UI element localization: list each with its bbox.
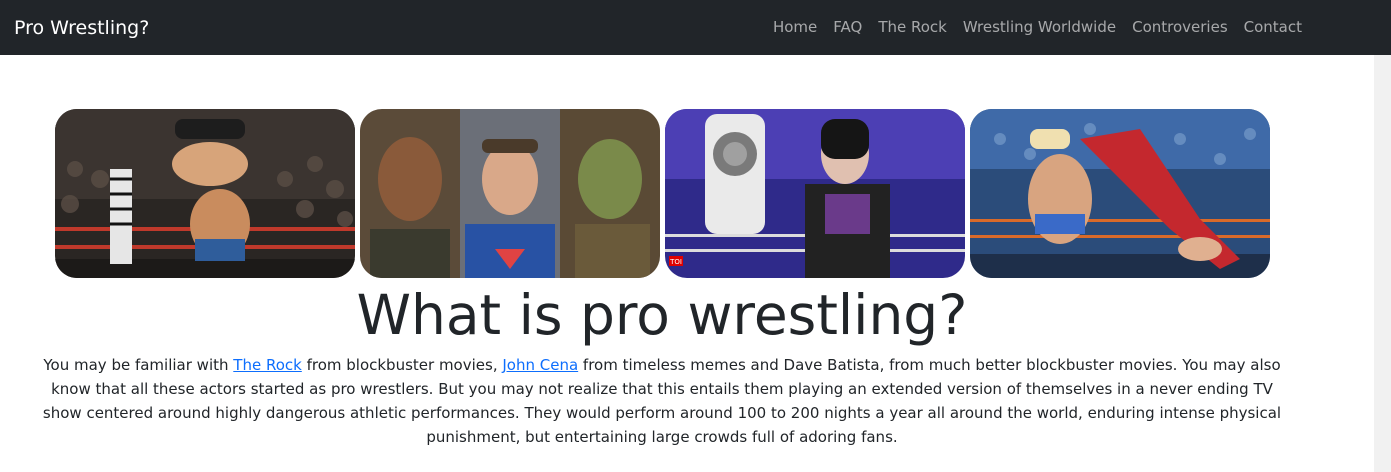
ring-kick-photo <box>970 109 1270 278</box>
image-gallery: TOI <box>55 109 1270 278</box>
navbar: Pro Wrestling? Home FAQ The Rock Wrestli… <box>0 0 1391 55</box>
ring-kick-image <box>970 109 1270 278</box>
nav-controveries-link[interactable]: Controveries <box>1132 17 1228 37</box>
nav-home-link[interactable]: Home <box>773 17 817 37</box>
the-rock-link[interactable]: The Rock <box>233 356 302 374</box>
brand-link[interactable]: Pro Wrestling? <box>14 15 149 41</box>
actors-collage-image <box>360 109 660 278</box>
nav-wrestling-worldwide-link[interactable]: Wrestling Worldwide <box>963 17 1116 37</box>
nav-faq-link[interactable]: FAQ <box>833 17 862 37</box>
champion-belt-image: TOI <box>665 109 965 278</box>
toi-logo: TOI <box>669 258 682 266</box>
intro-paragraph: You may be familiar with The Rock from b… <box>32 353 1292 449</box>
intro-text-start: You may be familiar with <box>43 356 234 374</box>
actors-collage-photo <box>360 109 660 278</box>
intro-text-middle: from blockbuster movies, <box>301 356 503 374</box>
wrestling-slam-image <box>55 109 355 278</box>
john-cena-link[interactable]: John Cena <box>502 356 578 374</box>
vertical-scrollbar[interactable] <box>1374 55 1391 472</box>
nav-the-rock-link[interactable]: The Rock <box>878 17 947 37</box>
page-title: What is pro wrestling? <box>356 283 968 347</box>
nav-links: Home FAQ The Rock Wrestling Worldwide Co… <box>773 17 1302 37</box>
champion-belt-photo: TOI <box>665 109 965 278</box>
wrestling-slam-photo <box>55 109 355 278</box>
nav-contact-link[interactable]: Contact <box>1244 17 1302 37</box>
